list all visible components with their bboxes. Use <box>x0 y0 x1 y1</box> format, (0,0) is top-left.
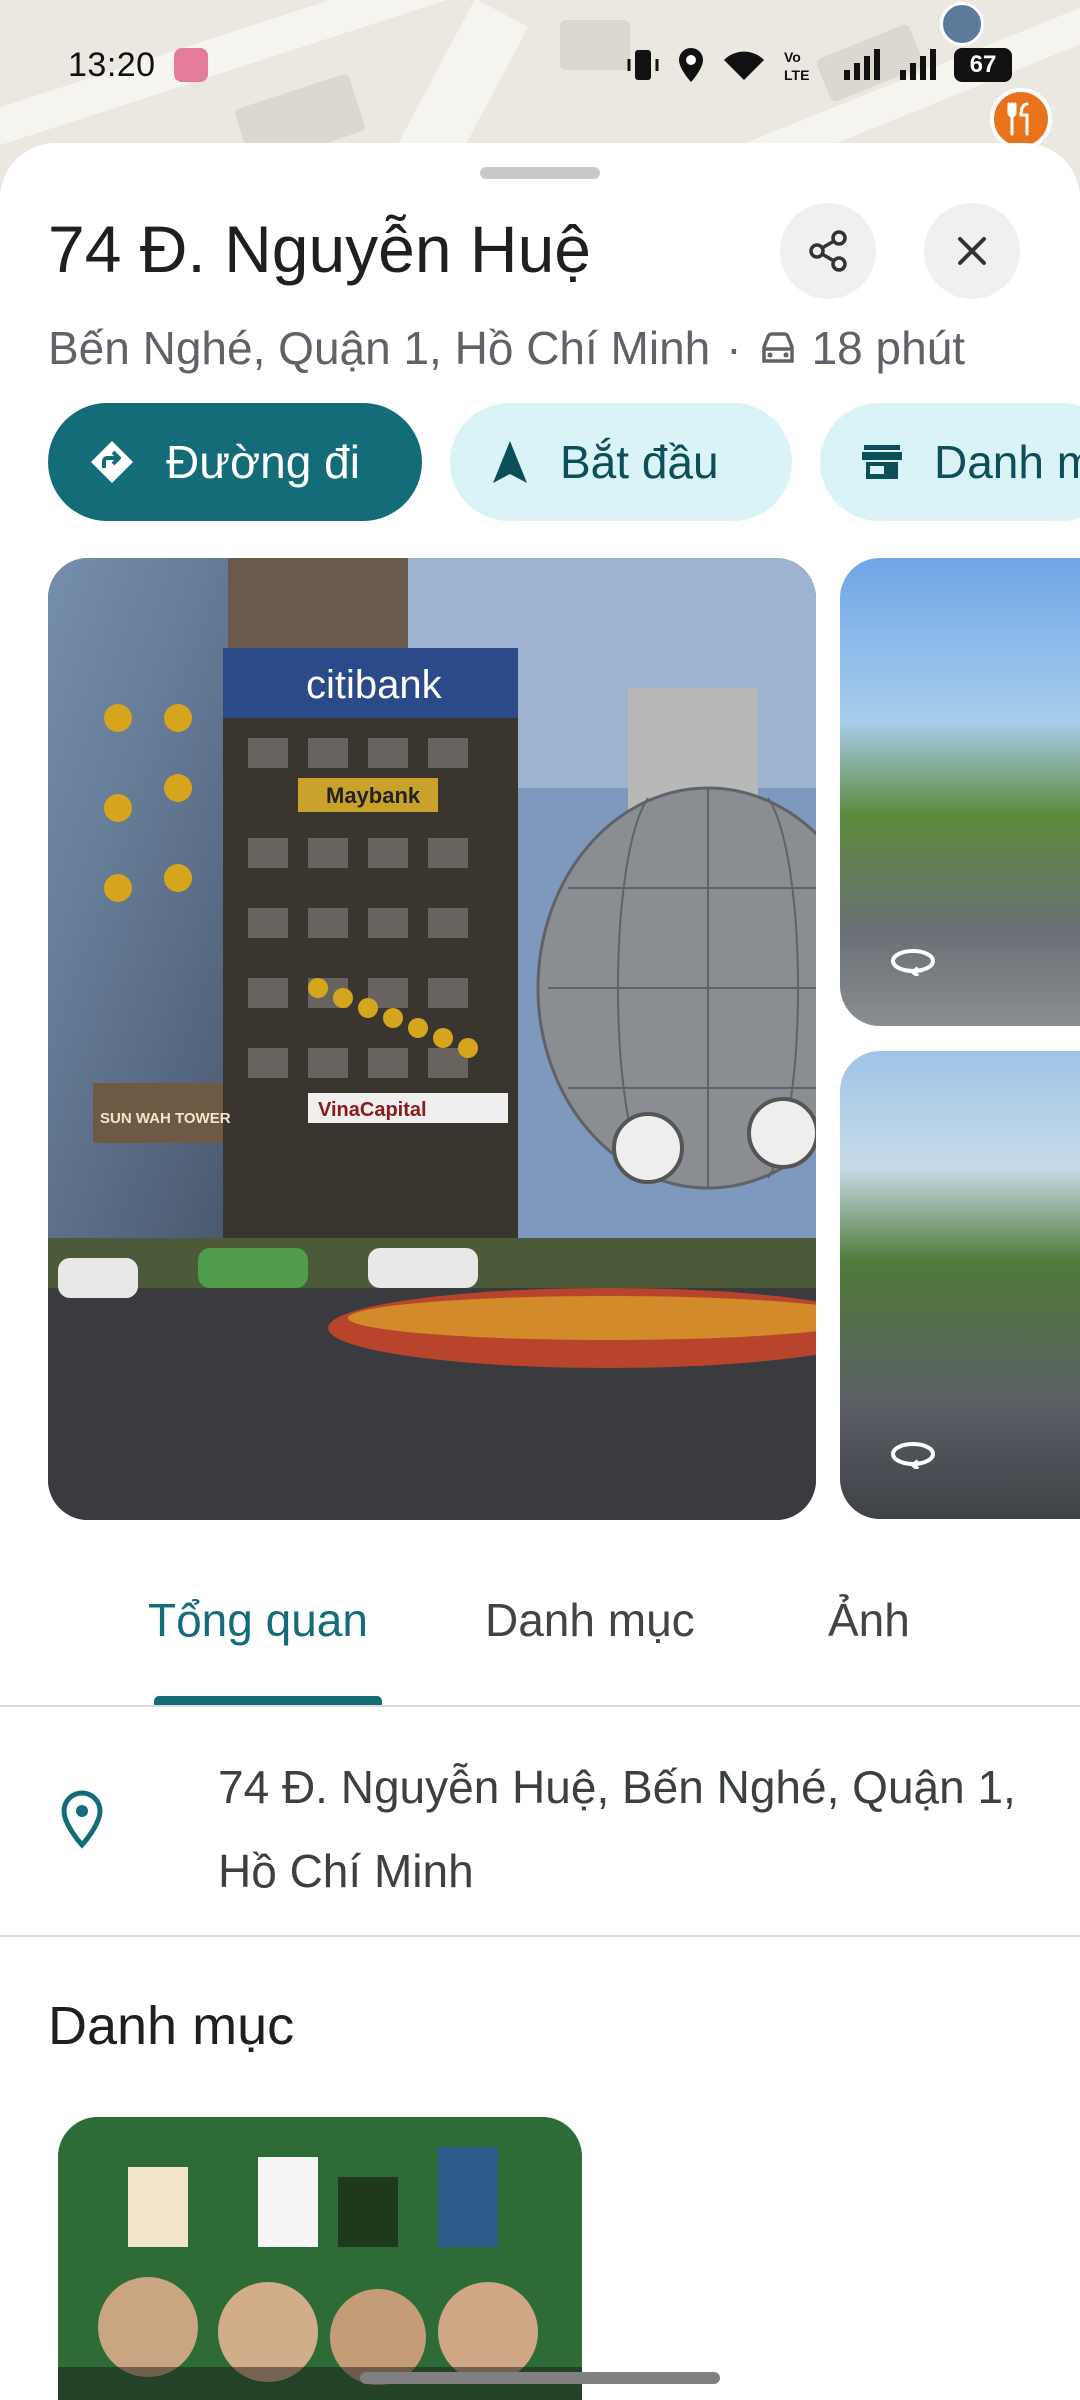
menu-button[interactable]: Danh mục <box>820 403 1080 521</box>
menu-photo-image <box>58 2117 582 2400</box>
place-title: 74 Đ. Nguyễn Huệ <box>48 212 591 286</box>
directions-icon <box>88 438 136 486</box>
tab-overview[interactable]: Tổng quan <box>148 1593 368 1647</box>
street-view-thumbnail[interactable] <box>840 1051 1080 1519</box>
tab-photos[interactable]: Ảnh <box>828 1593 910 1647</box>
vibrate-icon <box>626 47 660 83</box>
wifi-icon <box>722 48 766 82</box>
street-view-photo: citibank Maybank SUN WAH TOWER VinaCapit… <box>48 558 816 1520</box>
share-icon <box>809 230 847 272</box>
travel-time: 18 phút <box>811 322 966 374</box>
sun-wah-sign: SUN WAH TOWER <box>100 1110 231 1127</box>
place-sheet: 74 Đ. Nguyễn Huệ Bến Nghé, Quận 1, Hồ Ch… <box>0 143 1080 2400</box>
storefront-icon <box>860 442 904 482</box>
start-label: Bắt đầu <box>560 436 719 488</box>
maybank-sign: Maybank <box>326 783 421 808</box>
place-photo-main[interactable]: citibank Maybank SUN WAH TOWER VinaCapit… <box>48 558 816 1520</box>
drag-handle[interactable] <box>480 167 600 179</box>
volte-icon: Vo LTE <box>782 47 826 83</box>
share-button[interactable] <box>780 203 876 299</box>
svg-text:LTE: LTE <box>784 67 809 83</box>
360-view-icon <box>891 1442 935 1469</box>
citibank-sign: citibank <box>306 663 443 707</box>
status-time: 13:20 <box>68 45 156 84</box>
street-view-thumbnail[interactable] <box>840 558 1080 1026</box>
location-pin-icon <box>58 1789 106 1854</box>
section-title-menu: Danh mục <box>48 1996 295 2056</box>
address-text: 74 Đ. Nguyễn Huệ, Bến Nghé, Quận 1, Hồ C… <box>218 1761 1016 1897</box>
signal-icon <box>842 48 882 82</box>
directions-label: Đường đi <box>166 436 360 488</box>
location-icon <box>676 46 706 84</box>
directions-button[interactable]: Đường đi <box>48 403 422 521</box>
home-gesture-bar[interactable] <box>360 2372 720 2384</box>
place-subtitle: Bến Nghé, Quận 1, Hồ Chí Minh · 18 phút <box>48 321 965 375</box>
separator-dot: · <box>726 322 742 374</box>
notification-app-icon <box>173 48 208 82</box>
navigation-arrow-icon <box>490 439 530 485</box>
menu-label: Danh mục <box>934 436 1080 488</box>
place-locality: Bến Nghé, Quận 1, Hồ Chí Minh <box>48 322 711 374</box>
battery-indicator: 67 <box>954 48 1012 82</box>
close-button[interactable] <box>924 203 1020 299</box>
vinacapital-sign: VinaCapital <box>318 1099 427 1121</box>
svg-text:Vo: Vo <box>784 49 801 65</box>
signal-icon <box>898 48 938 82</box>
tab-active-indicator <box>154 1696 382 1705</box>
car-icon <box>758 331 798 365</box>
tab-menu[interactable]: Danh mục <box>485 1593 695 1647</box>
status-bar: 13:20 Vo LTE 67 <box>0 0 1080 130</box>
address-row[interactable]: 74 Đ. Nguyễn Huệ, Bến Nghé, Quận 1, Hồ C… <box>0 1707 1080 1937</box>
start-navigation-button[interactable]: Bắt đầu <box>450 403 792 521</box>
360-view-icon <box>891 949 935 976</box>
close-icon <box>958 237 986 265</box>
menu-photo[interactable] <box>58 2117 582 2400</box>
action-chips: Đường đi Bắt đầu Danh mục <box>48 403 1080 523</box>
